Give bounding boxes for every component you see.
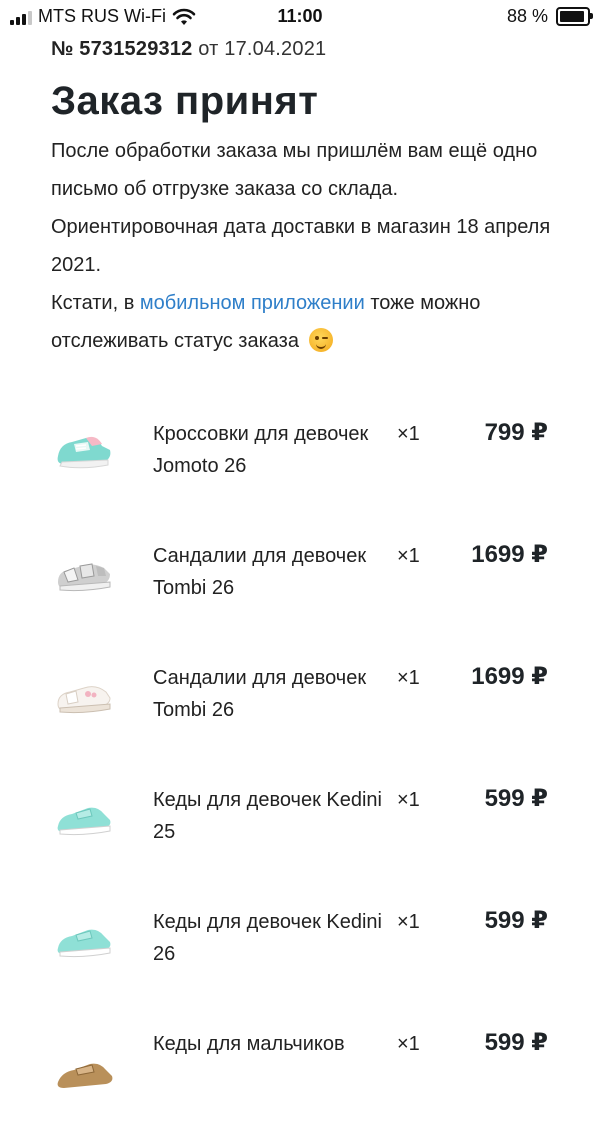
item-quantity: ×1	[397, 911, 420, 933]
list-item[interactable]: Сандалии для девочек Tombi 26 ×1 1699 ₽	[0, 532, 600, 654]
list-item[interactable]: Кеды для девочек Kedini 25 ×1 599 ₽	[0, 776, 600, 898]
item-name: Кроссовки для девочек Jomoto 26	[153, 423, 369, 477]
item-price: 1699 ₽	[471, 541, 548, 568]
sandal-silver-icon	[58, 563, 111, 592]
canvas-shoe-mint-icon	[57, 807, 111, 836]
item-quantity: ×1	[397, 1033, 420, 1055]
list-item[interactable]: Кеды для девочек Kedini 26 ×1 599 ₽	[0, 898, 600, 1020]
item-name: Кеды для девочек Kedini 25	[153, 789, 382, 843]
item-quantity: ×1	[397, 789, 420, 811]
order-number: № 5731529312	[51, 38, 193, 60]
item-price: 599 ₽	[484, 785, 548, 812]
battery-icon	[556, 7, 593, 26]
sandal-white-icon	[57, 686, 111, 714]
order-summary: № 5731529312 от 17.04.2021 Заказ принят …	[51, 36, 551, 360]
item-price: 799 ₽	[484, 419, 548, 446]
item-price: 1699 ₽	[471, 663, 548, 690]
item-name: Сандалии для девочек Tombi 26	[153, 667, 367, 721]
canvas-shoe-mint-icon	[57, 929, 111, 958]
battery-percent: 88 %	[506, 6, 548, 26]
mobile-app-link[interactable]: мобильном приложении	[140, 292, 365, 314]
wink-emoji-icon	[308, 328, 333, 352]
list-item[interactable]: Кроссовки для девочек Jomoto 26 ×1 799 ₽	[0, 410, 600, 532]
item-quantity: ×1	[397, 545, 420, 567]
order-number-line: № 5731529312 от 17.04.2021	[51, 38, 551, 61]
status-bar: MTS RUS Wi-Fi 11:00 88 %	[0, 0, 600, 36]
item-price: 599 ₽	[484, 907, 548, 934]
item-quantity: ×1	[397, 423, 420, 445]
battery-area: 88 %	[506, 6, 593, 27]
item-price: 599 ₽	[484, 1029, 548, 1056]
list-item[interactable]: Сандалии для девочек Tombi 26 ×1 1699 ₽	[0, 654, 600, 776]
app-note-prefix: Кстати, в	[51, 292, 140, 314]
list-item[interactable]: Кеды для мальчиков ×1 599 ₽	[0, 1020, 600, 1142]
item-name: Кеды для девочек Kedini 26	[153, 911, 382, 965]
app-tracking-note: Кстати, в мобильном приложении тоже можн…	[51, 284, 551, 360]
page-title: Заказ принят	[51, 79, 319, 123]
item-name: Сандалии для девочек Tombi 26	[153, 545, 367, 599]
processing-note: После обработки заказа мы пришлём вам ещ…	[51, 140, 538, 200]
order-date: от 17.04.2021	[198, 38, 327, 60]
delivery-date-note: Ориентировочная дата доставки в магазин …	[51, 216, 551, 276]
canvas-shoe-brown-icon	[57, 1063, 113, 1088]
item-quantity: ×1	[397, 667, 420, 689]
sneaker-mint-pink-icon	[57, 436, 111, 469]
item-name: Кеды для мальчиков	[153, 1033, 345, 1055]
